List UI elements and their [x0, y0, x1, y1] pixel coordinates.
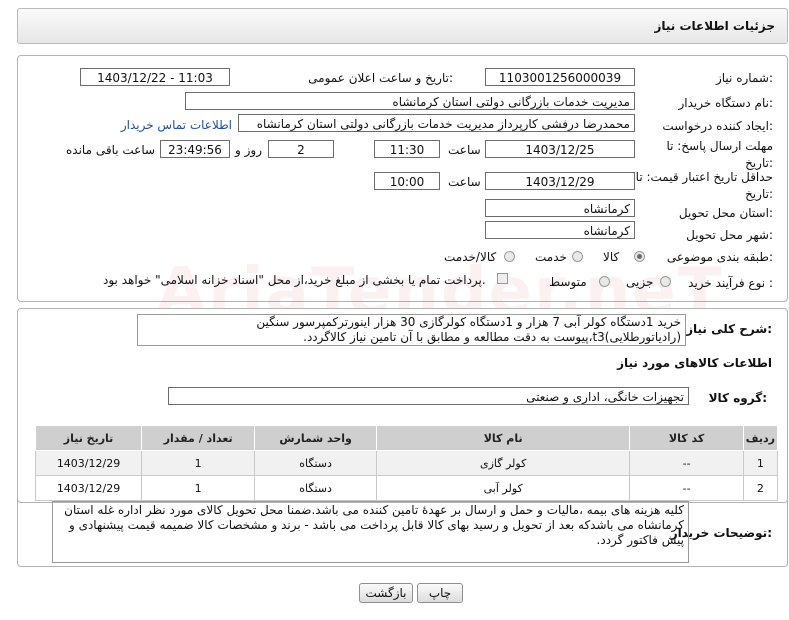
city-field[interactable]: کرمانشاه [485, 221, 635, 239]
treasury-checkbox[interactable] [497, 273, 508, 284]
goods-table: ردیف کد کالا نام کالا واحد شمارش تعداد /… [34, 425, 779, 501]
need-number-field[interactable]: 1103001256000039 [485, 68, 635, 86]
announce-field[interactable]: 1403/12/22 - 11:03 [80, 68, 230, 86]
remaining-field[interactable]: 23:49:56 [160, 140, 230, 158]
page-title: جزئیات اطلاعات نیاز [654, 19, 775, 33]
purchase-option-minor: جزیی [626, 275, 654, 289]
description-text[interactable]: خرید 1دستگاه کولر آبی 7 هزار و 1دستگاه ک… [137, 314, 686, 346]
remaining-label: ساعت باقی مانده [66, 143, 156, 157]
price-validity-time-field[interactable]: 10:00 [374, 172, 440, 190]
buyer-contact-link[interactable]: اطلاعات تماس خریدار [121, 118, 232, 132]
goods-table-header: ردیف کد کالا نام کالا واحد شمارش تعداد /… [34, 425, 779, 451]
deadline-date-field[interactable]: 1403/12/25 [485, 140, 635, 158]
deadline-time-label: ساعت [448, 143, 481, 157]
price-validity-label: حداقل تاریخ اعتبار قیمت: تا تاریخ: [635, 170, 773, 201]
deadline-label: مهلت ارسال پاسخ: تا تاریخ: [666, 139, 773, 170]
province-label: استان محل تحویل: [678, 206, 773, 220]
category-radio-goods[interactable] [634, 251, 645, 262]
need-number-label: شماره نیاز: [715, 71, 773, 85]
description-label: شرح کلی نیاز: [686, 322, 772, 336]
buyer-notes-text[interactable]: کلیه هزینه های بیمه ،مالیات و حمل و ارسا… [52, 501, 689, 563]
category-radio-service[interactable] [572, 251, 583, 262]
goods-section-title: اطلاعات کالاهای مورد نیاز [617, 356, 772, 370]
row-unit: دستگاه [254, 450, 377, 476]
table-row: 1 -- کولر گازی دستگاه 1 1403/12/29 [34, 450, 779, 476]
row-name: کولر گازی [375, 450, 631, 476]
row-index: 1 [742, 450, 779, 476]
category-option-goods: کالا [603, 250, 620, 264]
province-field[interactable]: کرمانشاه [485, 199, 635, 217]
goods-group-label: گروه کالا: [708, 391, 767, 405]
deadline-time-field[interactable]: 11:30 [374, 140, 440, 158]
purchase-radio-minor[interactable] [660, 276, 671, 287]
page-header: جزئیات اطلاعات نیاز [17, 8, 788, 44]
buyer-org-label: نام دستگاه خریدار: [678, 96, 774, 110]
requester-label: ایجاد کننده درخواست: [662, 119, 773, 133]
buyer-org-field[interactable]: مدیریت خدمات بازرگانی دولتی استان کرمانش… [185, 92, 635, 110]
col-name: نام کالا [375, 425, 631, 451]
col-date: تاریخ نیاز [34, 425, 143, 451]
col-index: ردیف [742, 425, 779, 451]
col-code: کد کالا [629, 425, 744, 451]
category-option-service: خدمت [535, 250, 567, 264]
col-unit: واحد شمارش [254, 425, 377, 451]
purchase-radio-medium[interactable] [599, 276, 610, 287]
city-label: شهر محل تحویل: [686, 228, 773, 242]
row-qty: 1 [141, 450, 256, 476]
requester-field[interactable]: محمدرضا درفشی کارپرداز مدیریت خدمات بازر… [238, 114, 635, 132]
back-button[interactable]: بازگشت [359, 583, 413, 603]
row-code: -- [629, 450, 744, 476]
category-label: طبقه بندی موضوعی: [666, 250, 773, 264]
price-validity-date-field[interactable]: 1403/12/29 [485, 172, 635, 190]
price-validity-time-label: ساعت [448, 175, 481, 189]
treasury-note: پرداخت تمام یا بخشی از مبلغ خرید،از محل … [103, 273, 486, 287]
row-date: 1403/12/29 [34, 450, 143, 476]
col-qty: تعداد / مقدار [141, 425, 256, 451]
days-label: روز و [235, 143, 262, 157]
purchase-option-medium: متوسط [549, 275, 587, 289]
category-option-both: کالا/خدمت [444, 250, 497, 264]
purchase-type-label: نوع فرآیند خرید : [688, 276, 773, 290]
days-field[interactable]: 2 [268, 140, 334, 158]
print-button[interactable]: چاپ [417, 583, 463, 603]
goods-group-field[interactable]: تجهیزات خانگی، اداری و صنعتی [168, 387, 689, 405]
category-radio-both[interactable] [504, 251, 515, 262]
announce-label: تاریخ و ساعت اعلان عمومی: [308, 71, 453, 85]
